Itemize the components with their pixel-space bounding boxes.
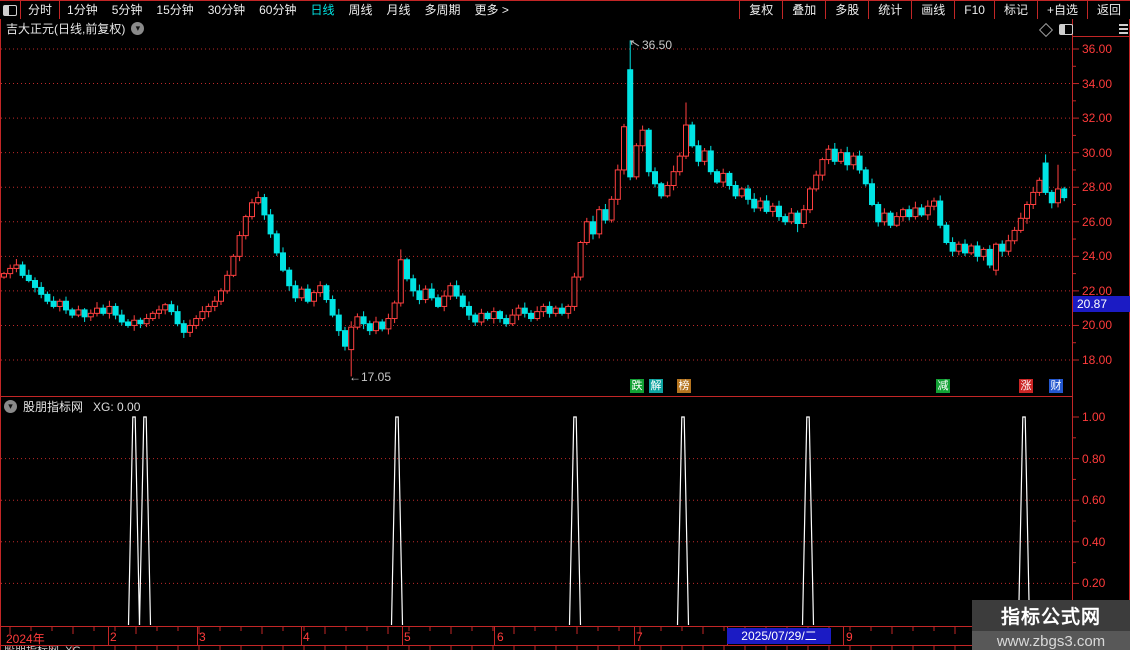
tab-period-1[interactable]: 1分钟 bbox=[60, 1, 105, 19]
cursor-date-box: 2025/07/29/二 bbox=[727, 628, 831, 644]
date-tick-label: 2024年 bbox=[6, 632, 45, 646]
sub-tick-label: 1.00 bbox=[1082, 410, 1106, 424]
toolbar-button-7[interactable]: +自选 bbox=[1036, 1, 1087, 19]
tab-period-9[interactable]: 多周期 bbox=[418, 1, 468, 19]
price-tick-label: 34.00 bbox=[1082, 76, 1113, 91]
event-badge-解[interactable]: 解 bbox=[649, 379, 663, 393]
collapse-chevron-icon[interactable]: ▾ bbox=[4, 400, 17, 413]
price-tick-label: 28.00 bbox=[1082, 180, 1113, 195]
toolbar-button-6[interactable]: 标记 bbox=[993, 1, 1037, 19]
date-tick-label: 7 bbox=[636, 630, 643, 644]
toolbar-button-5[interactable]: F10 bbox=[954, 1, 994, 19]
menu-hamburger-icon[interactable] bbox=[1119, 22, 1128, 36]
tab-period-5[interactable]: 60分钟 bbox=[252, 1, 303, 19]
date-tick-label: 2 bbox=[110, 630, 117, 644]
price-tick-label: 30.00 bbox=[1082, 145, 1113, 160]
tab-period-2[interactable]: 5分钟 bbox=[105, 1, 150, 19]
tab-period-7[interactable]: 周线 bbox=[341, 1, 379, 19]
tab-period-6[interactable]: 日线 bbox=[303, 1, 341, 19]
sub-indicator-header: ▾ 股朋指标网 XG: 0.00 bbox=[4, 399, 140, 414]
price-tick-label: 36.00 bbox=[1082, 42, 1113, 56]
site-watermark: 指标公式网 www.zbgs3.com bbox=[972, 600, 1130, 650]
chart-title: 吉大正元(日线,前复权) bbox=[6, 22, 126, 36]
toolbar-button-3[interactable]: 统计 bbox=[868, 1, 911, 19]
cursor-price-box: 20.87 bbox=[1073, 296, 1130, 312]
event-badge-涨[interactable]: 涨 bbox=[1019, 379, 1033, 393]
panel-layout-icon[interactable] bbox=[1059, 24, 1073, 35]
indicator-value: XG: 0.00 bbox=[93, 399, 141, 414]
toolbar-button-1[interactable]: 叠加 bbox=[782, 1, 825, 19]
date-tick-label: 9 bbox=[846, 630, 853, 644]
toolbar-button-2[interactable]: 多股 bbox=[825, 1, 868, 19]
tab-period-10[interactable]: 更多 > bbox=[468, 1, 516, 19]
price-tick-label: 18.00 bbox=[1082, 353, 1113, 367]
date-tick-label: 4 bbox=[303, 630, 310, 644]
layout-switch-button[interactable] bbox=[0, 1, 21, 19]
sub-chart-area[interactable] bbox=[0, 415, 1072, 626]
tab-period-4[interactable]: 30分钟 bbox=[201, 1, 252, 19]
tab-period-3[interactable]: 15分钟 bbox=[149, 1, 200, 19]
event-badge-财[interactable]: 财 bbox=[1049, 379, 1063, 393]
date-tick-label: 3 bbox=[199, 630, 206, 644]
event-badge-榜[interactable]: 榜 bbox=[677, 379, 691, 393]
sub-tick-label: 0.80 bbox=[1082, 451, 1106, 466]
split-pane-icon bbox=[3, 4, 17, 16]
event-badge-跌[interactable]: 跌 bbox=[630, 379, 644, 393]
chart-title-row: 吉大正元(日线,前复权) ▾ bbox=[6, 21, 145, 36]
stock-app-window: 分时 1分钟 5分钟 15分钟 30分钟 60分钟 日线 周线 月线 多周期 更多 > 复权 叠加 多股… bbox=[0, 0, 1130, 650]
tab-period-0[interactable]: 分时 bbox=[21, 1, 59, 19]
watermark-url: www.zbgs3.com bbox=[972, 631, 1130, 650]
sub-tick-label: 0.60 bbox=[1082, 493, 1106, 508]
indicator-name: 股朋指标网 bbox=[23, 400, 84, 414]
watermark-title: 指标公式网 bbox=[1000, 607, 1101, 628]
annotation-low-price: ←17.05 bbox=[349, 370, 392, 384]
diamond-icon[interactable] bbox=[1038, 22, 1054, 38]
period-toolbar: 分时 1分钟 5分钟 15分钟 30分钟 60分钟 日线 周线 月线 多周期 更多 > 复权 叠加 多股… bbox=[0, 1, 1130, 19]
sub-tick-label: 0.40 bbox=[1082, 534, 1106, 549]
annotation-high-price: 36.50 bbox=[642, 38, 673, 52]
tab-period-8[interactable]: 月线 bbox=[380, 1, 418, 19]
period-toolbar-right: 复权 叠加 多股 统计 画线 F10 标记 +自选 返回 bbox=[739, 1, 1130, 19]
price-tick-label: 32.00 bbox=[1082, 111, 1113, 126]
chevron-down-icon[interactable]: ▾ bbox=[131, 22, 145, 35]
toolbar-button-8[interactable]: 返回 bbox=[1086, 1, 1130, 19]
price-tick-label: 24.00 bbox=[1082, 249, 1113, 264]
period-toolbar-left: 分时 1分钟 5分钟 15分钟 30分钟 60分钟 日线 周线 月线 多周期 更多 > bbox=[0, 1, 516, 19]
price-tick-label: 20.00 bbox=[1082, 318, 1113, 333]
date-tick-label: 5 bbox=[404, 630, 411, 644]
toolbar-button-4[interactable]: 画线 bbox=[911, 1, 954, 19]
clipped-bottom-panel: 股朋指标网 XG bbox=[4, 646, 304, 650]
main-chart-area[interactable] bbox=[0, 37, 1072, 395]
sub-tick-label: 0.20 bbox=[1082, 576, 1106, 591]
event-badge-减[interactable]: 减 bbox=[936, 379, 950, 393]
toolbar-button-0[interactable]: 复权 bbox=[739, 1, 782, 19]
date-tick-label: 6 bbox=[497, 630, 504, 644]
price-tick-label: 26.00 bbox=[1082, 214, 1113, 229]
